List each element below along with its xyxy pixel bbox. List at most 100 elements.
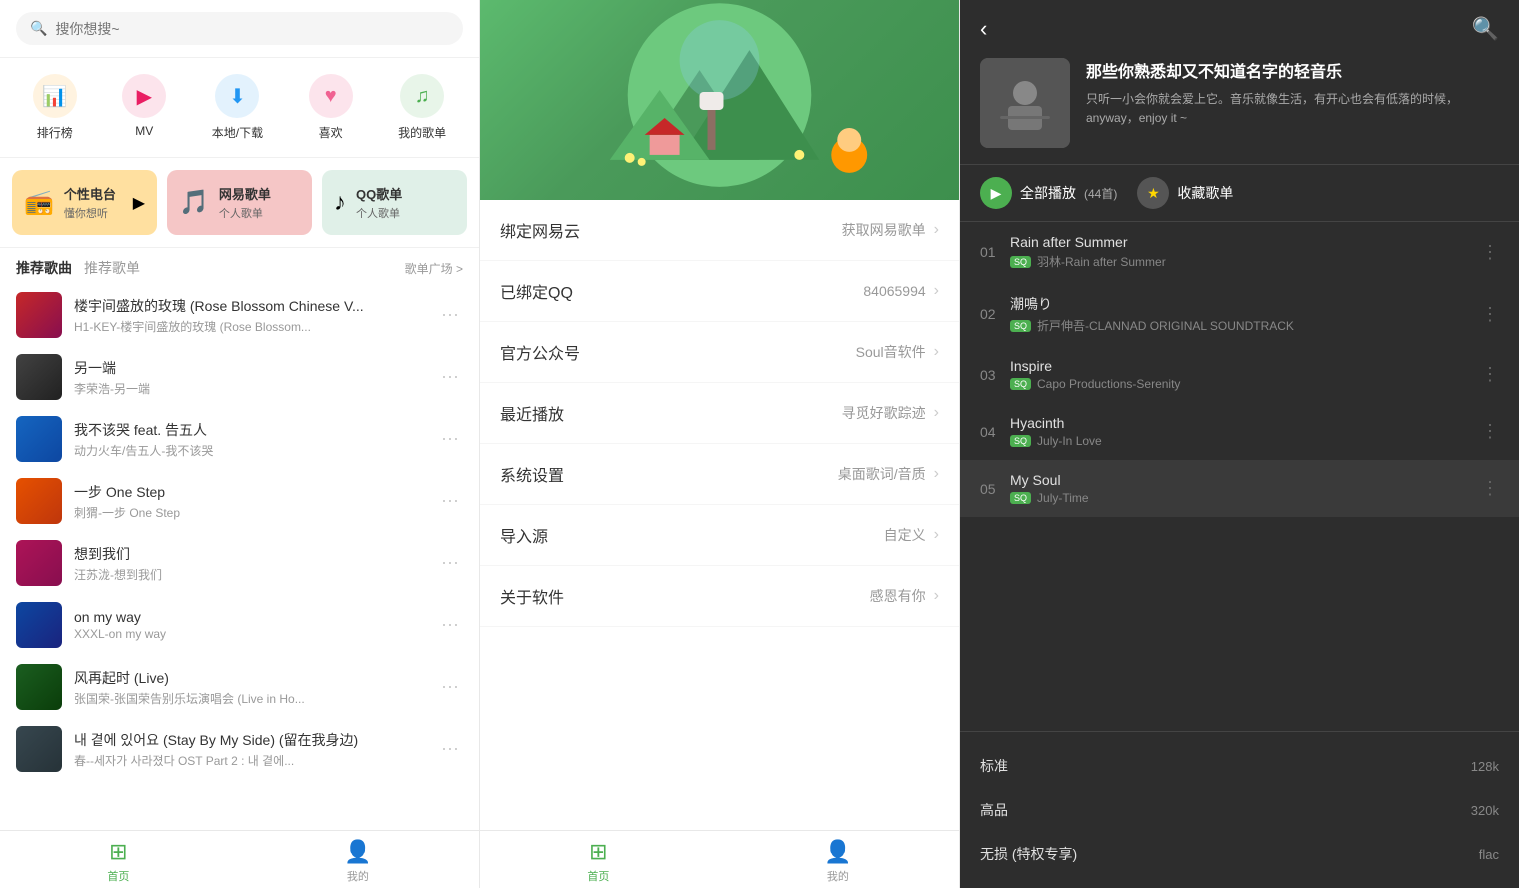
menu-item-official-account[interactable]: 官方公众号 Soul音软件 › — [480, 322, 959, 383]
quality-high[interactable]: 高品 320k — [960, 788, 1519, 832]
list-item[interactable]: 내 곁에 있어요 (Stay By My Side) (留在我身边) 春--세자… — [0, 718, 479, 780]
playlist-info: 那些你熟悉却又不知道名字的轻音乐 只听一小会你就会爱上它。音乐就像生活，有开心也… — [960, 58, 1519, 165]
track-artist-wrap: SQ 折戸伸吾-CLANNAD ORIGINAL SOUNDTRACK — [1010, 317, 1481, 334]
quality-badge: SQ — [1010, 256, 1031, 268]
menu-item-bind-netease[interactable]: 绑定网易云 获取网易歌单 › — [480, 200, 959, 261]
nav-ranking[interactable]: 📊 排行榜 — [33, 74, 77, 141]
quality-badge: SQ — [1010, 492, 1031, 504]
right-header: ‹ 🔍 — [960, 0, 1519, 58]
profile-icon: 👤 — [824, 839, 851, 865]
song-more-icon[interactable]: ⋯ — [437, 301, 463, 330]
quality-standard[interactable]: 标准 128k — [960, 744, 1519, 788]
track-row[interactable]: 02 潮鳴り SQ 折戸伸吾-CLANNAD ORIGINAL SOUNDTRA… — [960, 282, 1519, 346]
search-input[interactable] — [55, 21, 449, 37]
search-button[interactable]: 🔍 — [1472, 16, 1499, 42]
menu-item-settings[interactable]: 系统设置 桌面歌词/音质 › — [480, 444, 959, 505]
play-all-label: 全部播放 — [1020, 183, 1076, 203]
left-nav-home[interactable]: ⊞ 首页 — [107, 839, 129, 884]
playlist-desc: 只听一小会你就会爱上它。音乐就像生活，有开心也会有低落的时候，anyway，en… — [1086, 90, 1499, 128]
netease-sub: 个人歌单 — [219, 205, 271, 221]
song-more-icon[interactable]: ⋯ — [437, 487, 463, 516]
play-all-button[interactable]: ▶ 全部播放 (44首) — [980, 177, 1117, 209]
nav-mylist[interactable]: ♫ 我的歌单 — [398, 74, 446, 141]
song-more-icon[interactable]: ⋯ — [437, 363, 463, 392]
song-list: 楼宇间盛放的玫瑰 (Rose Blossom Chinese V... H1-K… — [0, 284, 479, 830]
track-artist: 折戸伸吾-CLANNAD ORIGINAL SOUNDTRACK — [1037, 317, 1294, 334]
list-item[interactable]: 一步 One Step 刺猬-一步 One Step ⋯ — [0, 470, 479, 532]
song-thumb — [16, 292, 62, 338]
station-netease[interactable]: 🎵 网易歌单 个人歌单 — [167, 170, 312, 235]
track-more-icon[interactable]: ⋮ — [1481, 364, 1499, 385]
nav-mv[interactable]: ▶ MV — [122, 74, 166, 141]
track-info: 潮鳴り SQ 折戸伸吾-CLANNAD ORIGINAL SOUNDTRACK — [1010, 294, 1481, 334]
track-title: Inspire — [1010, 358, 1481, 374]
collect-button[interactable]: ★ 收藏歌单 — [1137, 177, 1233, 209]
menu-label: 绑定网易云 — [500, 218, 842, 242]
arrow-icon: › — [934, 587, 939, 605]
ranking-icon: 📊 — [33, 74, 77, 118]
middle-nav-profile[interactable]: 👤 我的 — [824, 839, 851, 884]
track-artist: July-Time — [1037, 491, 1089, 505]
menu-label: 系统设置 — [500, 462, 838, 486]
personal-sub: 懂你想听 — [64, 205, 116, 221]
station-qq[interactable]: ♪ QQ歌单 个人歌单 — [322, 170, 467, 235]
song-artist: 动力火车/告五人-我不该哭 — [74, 442, 425, 459]
quality-badge: SQ — [1010, 378, 1031, 390]
station-cards: 📻 个性电台 懂你想听 ▶ 🎵 网易歌单 个人歌单 ♪ QQ歌单 个人歌单 — [0, 158, 479, 248]
download-icon: ⬇ — [215, 74, 259, 118]
back-button[interactable]: ‹ — [980, 16, 987, 42]
nav-favorite[interactable]: ♥ 喜欢 — [309, 74, 353, 141]
list-item[interactable]: 另一端 李荣浩-另一端 ⋯ — [0, 346, 479, 408]
track-more-icon[interactable]: ⋮ — [1481, 478, 1499, 499]
track-more-icon[interactable]: ⋮ — [1481, 304, 1499, 325]
song-more-icon[interactable]: ⋯ — [437, 673, 463, 702]
download-label: 本地/下载 — [212, 124, 263, 141]
quality-value: 128k — [1471, 759, 1499, 774]
track-row[interactable]: 05 My Soul SQ July-Time ⋮ — [960, 460, 1519, 517]
list-item[interactable]: on my way XXXL-on my way ⋯ — [0, 594, 479, 656]
recommend-tabs: 推荐歌曲 推荐歌单 — [16, 258, 140, 278]
track-row[interactable]: 03 Inspire SQ Capo Productions-Serenity … — [960, 346, 1519, 403]
list-item[interactable]: 我不该哭 feat. 告五人 动力火车/告五人-我不该哭 ⋯ — [0, 408, 479, 470]
track-more-icon[interactable]: ⋮ — [1481, 242, 1499, 263]
menu-value: 获取网易歌单 — [842, 220, 926, 240]
station-personal[interactable]: 📻 个性电台 懂你想听 ▶ — [12, 170, 157, 235]
song-thumb — [16, 602, 62, 648]
playlist-details: 那些你熟悉却又不知道名字的轻音乐 只听一小会你就会爱上它。音乐就像生活，有开心也… — [1086, 58, 1499, 148]
menu-list: 绑定网易云 获取网易歌单 › 已绑定QQ 84065994 › 官方公众号 So… — [480, 200, 959, 830]
arrow-icon: › — [934, 526, 939, 544]
menu-label: 导入源 — [500, 523, 884, 547]
menu-label: 最近播放 — [500, 401, 842, 425]
quality-value: flac — [1479, 847, 1499, 862]
left-bottom-nav: ⊞ 首页 👤 我的 — [0, 830, 479, 888]
menu-item-bound-qq[interactable]: 已绑定QQ 84065994 › — [480, 261, 959, 322]
middle-nav-home[interactable]: ⊞ 首页 — [587, 839, 609, 884]
netease-title: 网易歌单 — [219, 184, 271, 203]
recommend-more[interactable]: 歌单广场 > — [405, 260, 463, 277]
track-artist-wrap: SQ Capo Productions-Serenity — [1010, 377, 1481, 391]
search-input-wrap[interactable]: 🔍 — [16, 12, 463, 45]
list-item[interactable]: 风再起时 (Live) 张国荣-张国荣告别乐坛演唱会 (Live in Ho..… — [0, 656, 479, 718]
tab-recommend-playlists[interactable]: 推荐歌单 — [84, 258, 140, 278]
list-item[interactable]: 想到我们 汪苏泷-想到我们 ⋯ — [0, 532, 479, 594]
middle-bottom-nav: ⊞ 首页 👤 我的 — [480, 830, 959, 888]
song-more-icon[interactable]: ⋯ — [437, 425, 463, 454]
track-row[interactable]: 04 Hyacinth SQ July-In Love ⋮ — [960, 403, 1519, 460]
quality-lossless[interactable]: 无损 (特权专享) flac — [960, 832, 1519, 876]
nav-download[interactable]: ⬇ 本地/下载 — [212, 74, 263, 141]
left-nav-profile[interactable]: 👤 我的 — [344, 839, 371, 884]
personal-info: 个性电台 懂你想听 — [64, 184, 116, 221]
tab-recommend-songs[interactable]: 推荐歌曲 — [16, 258, 72, 278]
profile-label: 我的 — [347, 868, 369, 884]
song-artist: 张国荣-张国荣告别乐坛演唱会 (Live in Ho... — [74, 690, 425, 707]
track-artist: July-In Love — [1037, 434, 1102, 448]
song-more-icon[interactable]: ⋯ — [437, 735, 463, 764]
track-more-icon[interactable]: ⋮ — [1481, 421, 1499, 442]
song-more-icon[interactable]: ⋯ — [437, 611, 463, 640]
menu-item-about[interactable]: 关于软件 感恩有你 › — [480, 566, 959, 627]
track-row[interactable]: 01 Rain after Summer SQ 羽林-Rain after Su… — [960, 222, 1519, 282]
menu-item-import-source[interactable]: 导入源 自定义 › — [480, 505, 959, 566]
song-more-icon[interactable]: ⋯ — [437, 549, 463, 578]
list-item[interactable]: 楼宇间盛放的玫瑰 (Rose Blossom Chinese V... H1-K… — [0, 284, 479, 346]
menu-item-recent-play[interactable]: 最近播放 寻觅好歌踪迹 › — [480, 383, 959, 444]
